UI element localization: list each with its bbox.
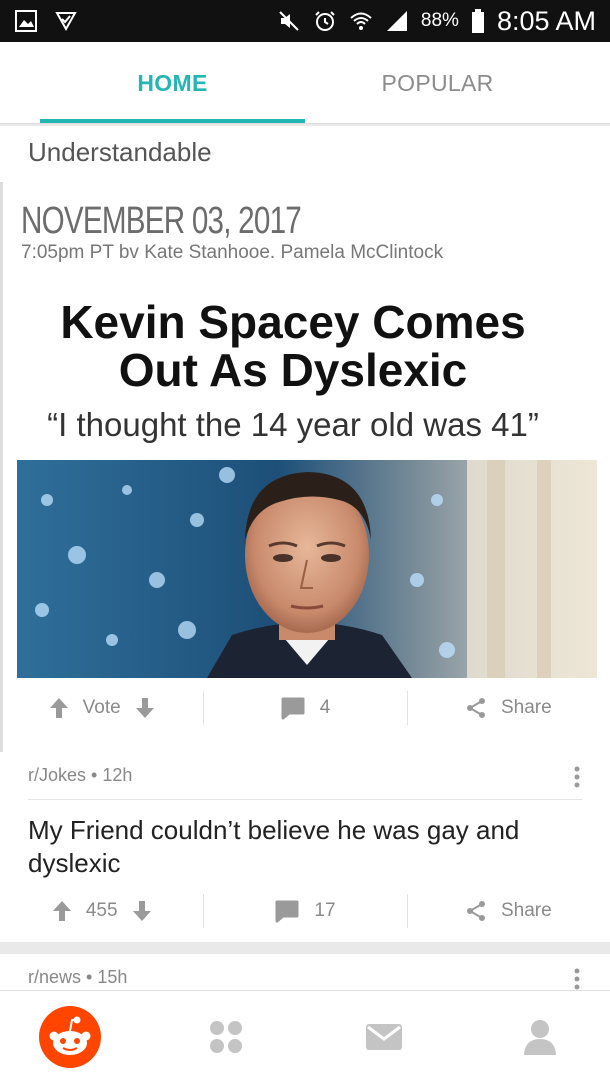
meme-date: NOVEMBER 03, 2017 <box>21 200 302 242</box>
tab-home[interactable]: HOME <box>40 42 305 124</box>
post-card[interactable]: Understandable NOVEMBER 03, 2017 7:05pm … <box>0 126 610 803</box>
battery-icon <box>471 9 485 33</box>
comment-icon <box>274 899 300 923</box>
meme-headline-line-1: Kevin Spacey Comes <box>60 296 526 348</box>
share-button[interactable]: Share <box>406 880 610 942</box>
post-meta[interactable]: r/Jokes • 12h <box>28 765 132 786</box>
status-bar: 88% 8:05 AM <box>0 0 610 42</box>
post-actions: Vote 4 Share <box>0 677 610 739</box>
comments-button[interactable]: 4 <box>203 677 406 739</box>
vote-count: 455 <box>85 900 118 921</box>
inbox-icon[interactable] <box>352 1005 416 1069</box>
meme-byline: 7:05pm PT bv Kate Stanhooe. Pamela McCli… <box>21 242 444 263</box>
clock: 8:05 AM <box>496 5 596 36</box>
share-icon <box>465 697 487 719</box>
post-title[interactable]: Understandable <box>28 137 212 168</box>
post-title[interactable]: My Friend couldn’t believe he was gay an… <box>28 814 588 880</box>
post-card[interactable]: r/Jokes • 12h My Friend couldn’t believe… <box>0 752 610 942</box>
meme-headline: Kevin Spacey Comes Out As Dyslexic <box>3 298 583 394</box>
post-meta[interactable]: r/news • 15h <box>28 967 127 988</box>
reddit-home-icon[interactable] <box>38 1005 102 1069</box>
divider <box>28 799 582 800</box>
upvote-icon[interactable] <box>49 697 69 719</box>
comment-icon <box>280 696 306 720</box>
more-options-icon[interactable] <box>574 968 580 990</box>
comment-count: 17 <box>314 900 336 921</box>
gallery-icon <box>14 9 38 33</box>
signal-icon <box>385 9 409 33</box>
alarm-icon <box>313 9 337 33</box>
downvote-icon[interactable] <box>132 900 152 922</box>
share-label: Share <box>500 697 552 718</box>
wifi-icon <box>349 9 373 33</box>
mute-icon <box>277 9 301 33</box>
feed-tabs: HOME POPULAR <box>0 42 610 124</box>
tab-popular[interactable]: POPULAR <box>305 42 570 124</box>
meme-quote: “I thought the 14 year old was 41” <box>47 406 539 443</box>
comments-button[interactable]: 17 <box>203 880 406 942</box>
vote-label: Vote <box>82 697 121 718</box>
comment-count: 4 <box>319 697 331 718</box>
active-tab-indicator <box>40 119 305 123</box>
downvote-icon[interactable] <box>135 697 155 719</box>
post-actions: 455 17 Share <box>0 880 610 942</box>
portrait-photo <box>17 460 597 678</box>
bottom-navigation <box>0 990 610 1084</box>
more-options-icon[interactable] <box>574 766 580 788</box>
share-icon <box>465 900 487 922</box>
battery-percent: 88% <box>420 10 459 31</box>
profile-icon[interactable] <box>508 1005 572 1069</box>
check-notification-icon <box>54 9 78 33</box>
vote-group: 455 <box>0 880 203 942</box>
vote-group: Vote <box>0 677 203 739</box>
share-button[interactable]: Share <box>406 677 610 739</box>
communities-icon[interactable] <box>194 1005 258 1069</box>
meme-headline-line-2: Out As Dyslexic <box>118 344 468 396</box>
upvote-icon[interactable] <box>52 900 72 922</box>
share-label: Share <box>500 900 552 921</box>
